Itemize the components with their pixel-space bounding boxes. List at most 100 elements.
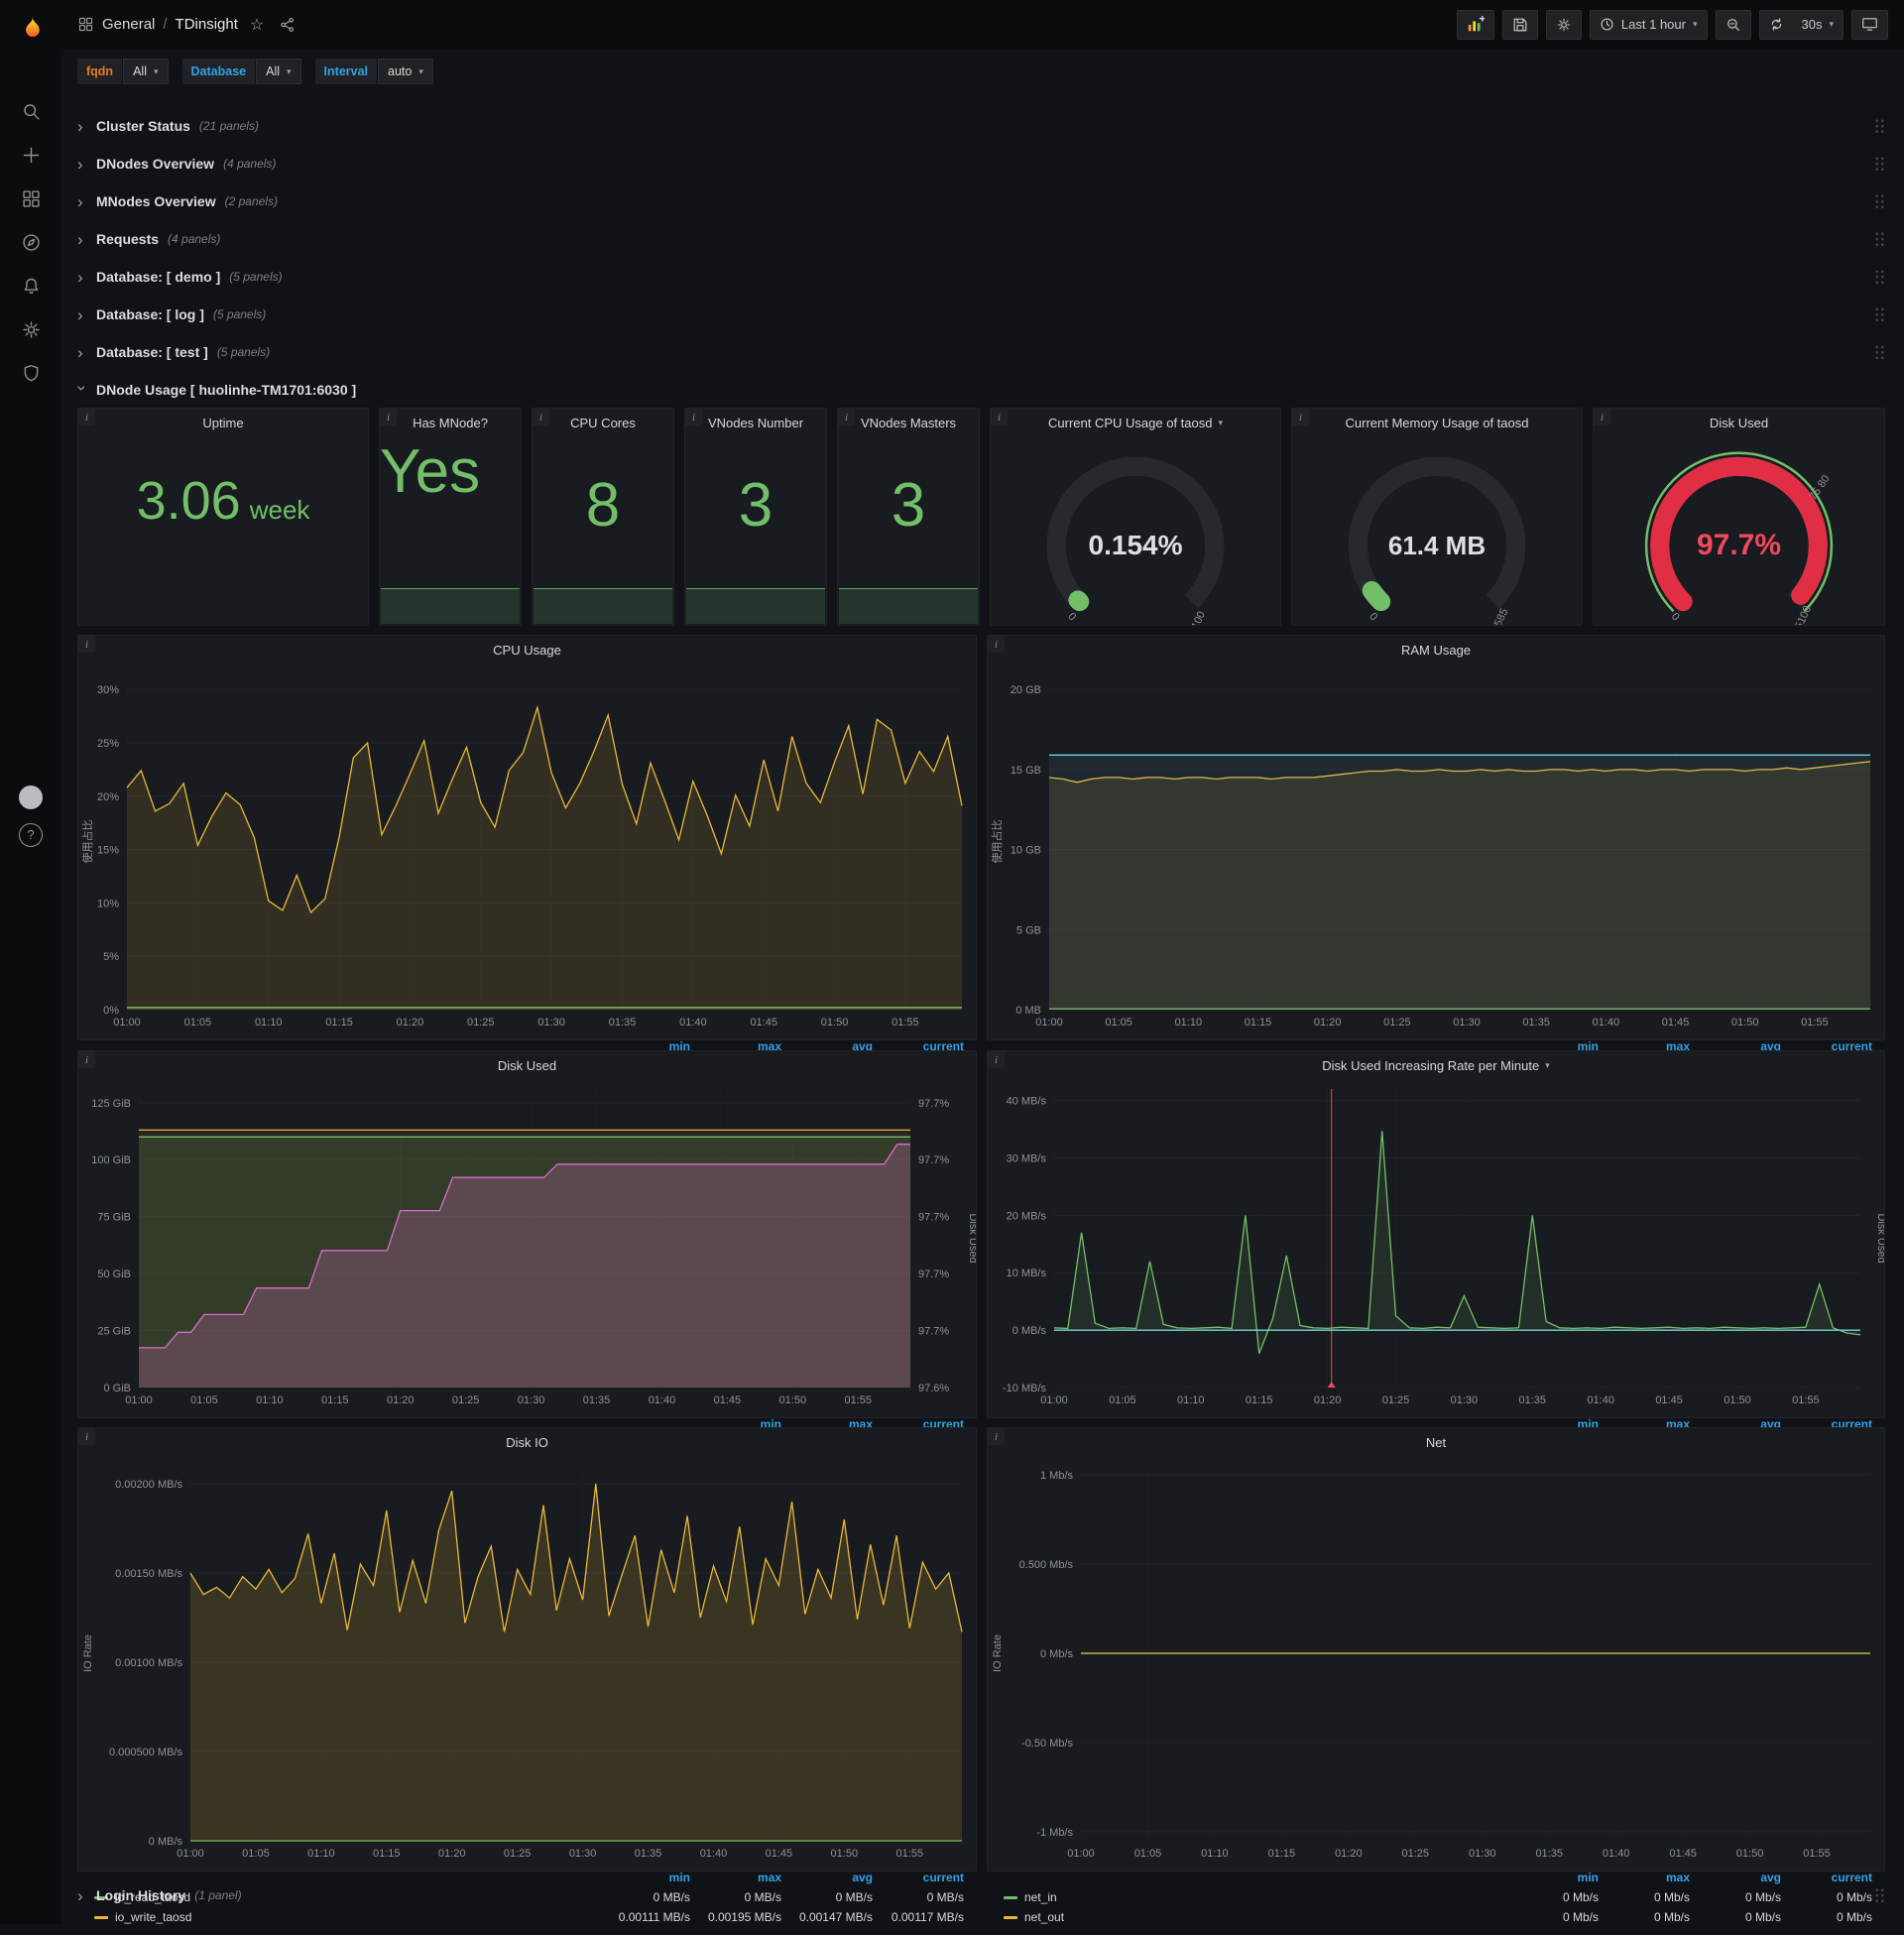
panel-title[interactable]: Disk Used xyxy=(1710,416,1768,430)
disk-rate-chart[interactable]: 01:00 01:05 01:10 01:15 01:20 01:25 01:30 01:35… xyxy=(988,1079,1887,1414)
svg-text:Disk Used: Disk Used xyxy=(1875,1213,1884,1263)
refresh-icon[interactable] xyxy=(1758,9,1794,40)
row-drag-handle[interactable] xyxy=(1874,268,1885,286)
panel-title[interactable]: Current Memory Usage of taosd xyxy=(1346,416,1529,430)
svg-text:01:05: 01:05 xyxy=(1105,1017,1132,1028)
legend-series[interactable]: io_write_taosd xyxy=(94,1907,599,1927)
server-admin-shield-icon[interactable] xyxy=(9,357,53,389)
refresh-interval-picker[interactable]: 30s ▾ xyxy=(1792,9,1844,40)
search-icon[interactable] xyxy=(9,95,53,127)
panel-info-icon[interactable]: i xyxy=(988,636,1005,653)
panel-menu-caret-icon[interactable]: ▾ xyxy=(1545,1060,1550,1071)
row-database-test[interactable]: › Database: [ test ] (5 panels) xyxy=(77,337,1885,367)
cpu-usage-chart[interactable]: 01:00 01:05 01:10 01:15 01:20 01:25 01:30 01:35… xyxy=(78,664,976,1036)
row-drag-handle[interactable] xyxy=(1874,305,1885,323)
svg-text:01:35: 01:35 xyxy=(1519,1394,1547,1406)
panel-info-icon[interactable]: i xyxy=(988,1051,1005,1068)
configuration-gear-icon[interactable] xyxy=(9,313,53,345)
disk-used-chart[interactable]: 01:00 01:05 01:10 01:15 01:20 01:25 01:30 01:35… xyxy=(78,1079,979,1414)
svg-text:使用占比: 使用占比 xyxy=(990,820,1004,864)
row-login-history[interactable]: › Login History (1 panel) xyxy=(77,1880,1885,1910)
row-dnodes-overview[interactable]: › DNodes Overview (4 panels) xyxy=(77,149,1885,179)
row-drag-handle[interactable] xyxy=(1874,117,1885,135)
svg-text:-1 Mb/s: -1 Mb/s xyxy=(1036,1827,1073,1839)
panel-title[interactable]: Current CPU Usage of taosd xyxy=(1048,416,1212,430)
panel-info-icon[interactable]: i xyxy=(838,409,855,425)
panel-title[interactable]: VNodes Masters xyxy=(861,416,956,430)
panel-title[interactable]: Disk Used Increasing Rate per Minute xyxy=(1322,1058,1539,1073)
create-plus-icon[interactable] xyxy=(9,139,53,171)
alerting-bell-icon[interactable] xyxy=(9,270,53,302)
panel-title[interactable]: CPU Usage xyxy=(493,643,561,658)
legend-value: 0.00117 MB/s xyxy=(891,1910,964,1924)
svg-text:5 GB: 5 GB xyxy=(1016,924,1041,936)
panel-title[interactable]: Disk IO xyxy=(506,1435,548,1450)
dashboard-settings-gear-icon[interactable] xyxy=(1545,9,1582,40)
row-drag-handle[interactable] xyxy=(1874,1886,1885,1904)
panel-title[interactable]: Uptime xyxy=(202,416,243,430)
row-dnode-usage-expanded[interactable]: › DNode Usage [ huolinhe-TM1701:6030 ] xyxy=(73,375,1885,405)
row-requests[interactable]: › Requests (4 panels) xyxy=(77,224,1885,254)
panel-info-icon[interactable]: i xyxy=(78,1428,95,1445)
panel-title[interactable]: Has MNode? xyxy=(413,416,488,430)
stat-value: Yes xyxy=(380,437,481,506)
svg-text:01:10: 01:10 xyxy=(256,1394,284,1406)
panel-info-icon[interactable]: i xyxy=(1292,409,1309,425)
panel-info-icon[interactable]: i xyxy=(991,409,1008,425)
svg-text:97.7%: 97.7% xyxy=(918,1326,949,1338)
variable-value-dropdown[interactable]: All ▾ xyxy=(123,59,169,84)
panel-title[interactable]: RAM Usage xyxy=(1401,643,1471,658)
panel-title[interactable]: Disk Used xyxy=(498,1058,556,1073)
breadcrumb-folder[interactable]: General xyxy=(102,16,155,33)
panel-info-icon[interactable]: i xyxy=(78,1051,95,1068)
share-icon[interactable] xyxy=(276,13,299,37)
panel-menu-caret-icon[interactable]: ▾ xyxy=(1218,418,1223,428)
svg-text:0%: 0% xyxy=(103,1005,119,1017)
save-dashboard-icon[interactable] xyxy=(1501,9,1538,40)
panel-info-icon[interactable]: i xyxy=(380,409,397,425)
grafana-logo[interactable] xyxy=(0,0,61,56)
row-database-demo[interactable]: › Database: [ demo ] (5 panels) xyxy=(77,262,1885,292)
variable-value-dropdown[interactable]: auto ▾ xyxy=(378,59,433,84)
stat-sparkline xyxy=(381,588,520,624)
panel-title[interactable]: CPU Cores xyxy=(570,416,636,430)
svg-text:01:30: 01:30 xyxy=(518,1394,545,1406)
row-cluster-status[interactable]: › Cluster Status (21 panels) xyxy=(77,111,1885,141)
disk-io-chart[interactable]: 01:00 01:05 01:10 01:15 01:20 01:25 01:30 01:35… xyxy=(78,1456,976,1868)
favorite-star-icon[interactable]: ☆ xyxy=(246,11,268,39)
explore-compass-icon[interactable] xyxy=(9,226,53,258)
svg-text:01:50: 01:50 xyxy=(831,1848,859,1860)
row-drag-handle[interactable] xyxy=(1874,230,1885,248)
add-panel-icon[interactable] xyxy=(1456,9,1494,40)
legend-series[interactable]: net_out xyxy=(1004,1907,1507,1927)
panel-info-icon[interactable]: i xyxy=(78,409,95,425)
row-drag-handle[interactable] xyxy=(1874,155,1885,173)
panel-info-icon[interactable]: i xyxy=(533,409,549,425)
svg-text:01:25: 01:25 xyxy=(504,1848,532,1860)
panel-info-icon[interactable]: i xyxy=(1594,409,1610,425)
ram-usage-chart[interactable]: 01:00 01:05 01:10 01:15 01:20 01:25 01:30 01:35… xyxy=(988,664,1884,1036)
svg-text:01:05: 01:05 xyxy=(242,1848,270,1860)
panel-info-icon[interactable]: i xyxy=(78,636,95,653)
row-drag-handle[interactable] xyxy=(1874,192,1885,210)
help-icon[interactable]: ? xyxy=(19,823,43,847)
chevron-down-icon: ▾ xyxy=(287,66,292,76)
zoom-out-icon[interactable] xyxy=(1715,9,1751,40)
svg-text:01:25: 01:25 xyxy=(452,1394,480,1406)
time-range-picker[interactable]: Last 1 hour ▾ xyxy=(1589,9,1708,40)
svg-text:0 Mb/s: 0 Mb/s xyxy=(1040,1648,1074,1660)
panel-title[interactable]: Net xyxy=(1426,1435,1446,1450)
panel-info-icon[interactable]: i xyxy=(685,409,702,425)
svg-text:-0.50 Mb/s: -0.50 Mb/s xyxy=(1021,1738,1073,1750)
cycle-view-monitor-icon[interactable] xyxy=(1851,9,1888,40)
user-avatar[interactable] xyxy=(19,786,43,809)
panel-title[interactable]: VNodes Number xyxy=(708,416,803,430)
row-drag-handle[interactable] xyxy=(1874,343,1885,361)
dashboards-icon[interactable] xyxy=(9,182,53,214)
row-mnodes-overview[interactable]: › MNodes Overview (2 panels) xyxy=(77,186,1885,216)
variable-value-dropdown[interactable]: All ▾ xyxy=(256,59,301,84)
chevron-right-icon: › xyxy=(77,191,83,211)
row-database-log[interactable]: › Database: [ log ] (5 panels) xyxy=(77,300,1885,329)
net-chart[interactable]: 01:00 01:05 01:10 01:15 01:20 01:25 01:30 01:35… xyxy=(988,1456,1884,1868)
panel-info-icon[interactable]: i xyxy=(988,1428,1005,1445)
